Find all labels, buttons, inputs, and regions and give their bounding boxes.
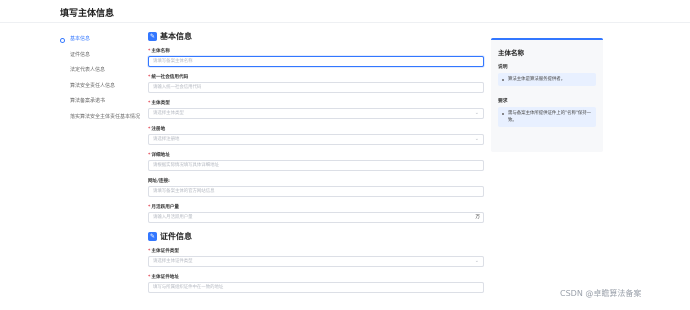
field-label: *详细地址 <box>148 153 170 158</box>
watermark: CSDN @卓瞻算法备案 <box>560 289 642 298</box>
field-label: *月活跃用户量 <box>148 205 179 210</box>
nav-item-label: 法定代表人信息 <box>70 67 106 73</box>
website-input[interactable]: 请填写备案主体的官方网站信息 <box>148 186 484 197</box>
active-dot-icon <box>60 37 65 43</box>
chevron-down-icon: ⌄ <box>474 136 479 142</box>
field-label: 网址/连接: <box>148 179 170 184</box>
field-label: *主体证件类型 <box>148 249 179 254</box>
field-detailed-address: *详细地址 请根据实际情况填写具体详细地址 <box>148 152 488 171</box>
form-main: ✎ 基本信息 *主体名称 请填写备案主体名称 *统一社会信用代码 请输入统一社会… <box>148 30 488 293</box>
chevron-down-icon: ⌄ <box>474 110 479 116</box>
nav-item-legal-rep[interactable]: 法定代表人信息 <box>60 63 150 79</box>
help-panel-title: 主体名称 <box>498 49 524 57</box>
field-label: *主体证件地址 <box>148 275 179 280</box>
field-cert-type: *主体证件类型 请选择主体证件类型 ⌄ <box>148 248 488 267</box>
unit-suffix: 万 <box>475 215 480 220</box>
nav-item-label: 基本信息 <box>70 36 91 42</box>
monthly-active-users-input[interactable]: 请输入月活跃用户量万 <box>148 212 484 223</box>
edit-icon: ✎ <box>148 32 157 41</box>
registration-place-select[interactable]: 请选择注册地 ⌄ <box>148 134 484 145</box>
credit-code-input[interactable]: 请输入统一社会信用代码 <box>148 82 484 93</box>
nav-item-label: 算法安全责任人信息 <box>70 82 116 89</box>
field-label: *主体类型 <box>148 101 170 106</box>
cert-address-input[interactable]: 填写与所属组织证件中在一致的地址 <box>148 282 484 293</box>
nav-item-commitment[interactable]: 算法备案承诺书 <box>60 94 150 110</box>
bullet-icon <box>502 78 504 81</box>
field-credit-code: *统一社会信用代码 请输入统一社会信用代码 <box>148 74 488 93</box>
help-req-text: 需与备案主体所提供证件上的"名称"保持一致。 <box>508 111 592 123</box>
nav-item-label: 落实算法安全主体责任基本情况 <box>70 113 141 120</box>
nav-item-label: 算法备案承诺书 <box>70 98 106 104</box>
page-title: 填写主体信息 <box>60 9 115 19</box>
nav-item-basic-info[interactable]: 基本信息 <box>60 32 150 48</box>
section-title-cert: ✎ 证件信息 <box>148 230 488 244</box>
nav-item-responsibility[interactable]: 落实算法安全主体责任基本情况 <box>60 110 150 126</box>
edit-icon: ✎ <box>148 232 157 241</box>
nav-item-label: 证件信息 <box>70 51 91 58</box>
nav-item-security-officer[interactable]: 算法安全责任人信息 <box>60 79 150 95</box>
help-desc-text: 算法主体是算法服务提供者。 <box>508 77 566 82</box>
field-label: *主体名称 <box>148 49 170 54</box>
section-title-text: 证件信息 <box>160 232 192 241</box>
bullet-icon <box>502 112 504 115</box>
section-title-text: 基本信息 <box>160 32 192 41</box>
field-entity-name: *主体名称 请填写备案主体名称 <box>148 48 488 67</box>
field-registration-place: *注册地 请选择注册地 ⌄ <box>148 126 488 145</box>
field-monthly-active-users: *月活跃用户量 请输入月活跃用户量万 <box>148 204 488 223</box>
cert-type-select[interactable]: 请选择主体证件类型 ⌄ <box>148 256 484 267</box>
help-desc-box: 算法主体是算法服务提供者。 <box>498 73 596 86</box>
top-bar: 填写主体信息 <box>0 0 690 23</box>
nav-item-cert-info[interactable]: 证件信息 <box>60 48 150 64</box>
detailed-address-input[interactable]: 请根据实际情况填写具体详细地址 <box>148 160 484 171</box>
section-nav: 基本信息 证件信息 法定代表人信息 算法安全责任人信息 算法备案承诺书 落实算法… <box>60 32 150 125</box>
help-desc-label: 说明 <box>498 65 508 70</box>
field-label: *注册地 <box>148 127 166 132</box>
help-req-box: 需与备案主体所提供证件上的"名称"保持一致。 <box>498 107 596 127</box>
field-cert-address: *主体证件地址 填写与所属组织证件中在一致的地址 <box>148 274 488 293</box>
entity-type-select[interactable]: 请选择主体类型 ⌄ <box>148 108 484 119</box>
field-website: 网址/连接: 请填写备案主体的官方网站信息 <box>148 178 488 197</box>
entity-name-input[interactable]: 请填写备案主体名称 <box>148 56 484 67</box>
chevron-down-icon: ⌄ <box>474 258 479 264</box>
help-req-label: 要求 <box>498 99 508 104</box>
section-title-basic: ✎ 基本信息 <box>148 30 488 44</box>
help-panel: 主体名称 说明 算法主体是算法服务提供者。 要求 需与备案主体所提供证件上的"名… <box>491 38 603 152</box>
field-entity-type: *主体类型 请选择主体类型 ⌄ <box>148 100 488 119</box>
field-label: *统一社会信用代码 <box>148 75 189 80</box>
